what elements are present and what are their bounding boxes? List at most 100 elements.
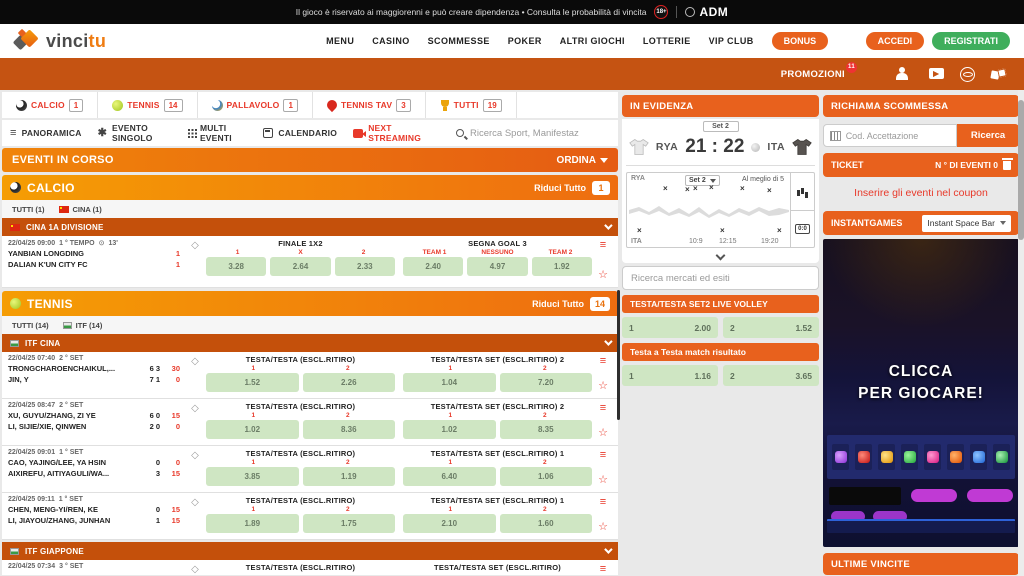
all-markets-icon[interactable]: ≡ — [600, 450, 606, 461]
league-bar-cina-1a[interactable]: CINA 1A DIVISIONE — [2, 218, 618, 236]
all-markets-icon[interactable]: ≡ — [600, 564, 606, 575]
odd-button[interactable]: 2.40 — [403, 257, 463, 276]
odd-button[interactable]: 11.16 — [622, 365, 718, 386]
odd-button[interactable]: 1.02 — [206, 420, 299, 439]
tab-calcio[interactable]: CALCIO1 — [2, 92, 98, 118]
stats-icon[interactable]: ◇ — [184, 402, 206, 441]
stats-view-button[interactable] — [791, 173, 814, 211]
league-bar-itf-cina[interactable]: ITF CINA — [2, 334, 618, 352]
nav-scommesse[interactable]: SCOMMESSE — [428, 36, 490, 46]
market-testa-testa-set: TESTA/TESTA SET (ESCL.RITIRO) 2 12 1.047… — [403, 355, 592, 394]
bonus-button[interactable]: BONUS — [772, 32, 829, 50]
stats-icon[interactable]: ◇ — [184, 449, 206, 488]
games-dice-icon[interactable] — [991, 69, 1008, 81]
stats-icon[interactable]: ◇ — [184, 239, 206, 283]
league-bar-itf-giappone[interactable]: ITF GIAPPONE — [2, 542, 618, 560]
filter-tutti[interactable]: TUTTI (14) — [12, 321, 49, 330]
filter-itf[interactable]: ITF (14) — [63, 321, 103, 330]
filter-cina[interactable]: CINA (1) — [59, 205, 102, 214]
player2: AIXIREFU, AITIYAGULI/WA...315 — [8, 469, 184, 478]
stats-icon[interactable]: ◇ — [184, 355, 206, 394]
filter-tutti[interactable]: TUTTI (1) — [12, 205, 45, 214]
market-header-risultato[interactable]: Testa a Testa match risultato — [622, 343, 819, 361]
tab-pallavolo[interactable]: PALLAVOLO1 — [198, 92, 313, 118]
odd-button[interactable]: 1.06 — [500, 467, 593, 486]
favorite-star-icon[interactable]: ☆ — [598, 428, 608, 439]
collapse-all-button[interactable]: Riduci Tutto14 — [532, 297, 610, 311]
odd-button[interactable]: 1.19 — [303, 467, 396, 486]
score-view-button[interactable]: 0:0 — [791, 211, 814, 248]
odd-button[interactable]: 12.00 — [622, 317, 718, 338]
tab-tutti[interactable]: TUTTI19 — [426, 92, 517, 118]
odd-button[interactable]: 3.85 — [206, 467, 299, 486]
subnav-next-streaming[interactable]: NEXT STREAMING — [353, 123, 430, 143]
instantgame-select[interactable]: Instant Space Bar — [922, 215, 1011, 232]
favorite-star-icon[interactable]: ☆ — [598, 381, 608, 392]
odd-button[interactable]: 2.33 — [335, 257, 395, 276]
stats-icon[interactable]: ◇ — [184, 563, 206, 571]
code-search-button[interactable]: Ricerca — [957, 124, 1019, 147]
odd-button[interactable]: 23.65 — [723, 365, 819, 386]
nav-poker[interactable]: POKER — [508, 36, 542, 46]
odd-button[interactable]: 21.52 — [723, 317, 819, 338]
favorite-star-icon[interactable]: ☆ — [598, 522, 608, 533]
events-scrollbar-thumb[interactable] — [617, 290, 620, 420]
nav-altri-giochi[interactable]: ALTRI GIOCHI — [560, 36, 625, 46]
nav-menu[interactable]: MENU — [326, 36, 354, 46]
calcio-section-header[interactable]: CALCIO Riduci Tutto1 — [2, 175, 618, 200]
all-markets-icon[interactable]: ≡ — [600, 240, 606, 251]
acceptance-code-input[interactable] — [846, 131, 950, 141]
login-button[interactable]: ACCEDI — [866, 32, 925, 50]
page-scrollbar-thumb[interactable] — [1018, 100, 1024, 240]
odd-button[interactable]: 2.26 — [303, 373, 396, 392]
roulette-icon[interactable] — [960, 67, 975, 82]
user-settings-icon[interactable] — [895, 67, 911, 81]
page-scrollbar[interactable] — [1018, 90, 1024, 576]
market-search-input[interactable] — [631, 273, 810, 284]
odd-button[interactable]: 4.97 — [467, 257, 527, 276]
brand-logo[interactable]: vincitu — [14, 29, 106, 53]
odd-button[interactable]: 2.64 — [270, 257, 330, 276]
odd-button[interactable]: 1.52 — [206, 373, 299, 392]
live-video-icon[interactable] — [929, 68, 944, 80]
odd-button[interactable]: 8.36 — [303, 420, 396, 439]
collapse-chevron-icon[interactable] — [716, 251, 726, 261]
market-header-volley[interactable]: TESTA/TESTA SET2 LIVE VOLLEY — [622, 295, 819, 313]
subnav-evento-singolo[interactable]: ✱EVENTO SINGOLO — [98, 123, 172, 143]
subnav-calendario[interactable]: CALENDARIO — [263, 128, 337, 138]
favorite-star-icon[interactable]: ☆ — [598, 270, 608, 281]
odd-button[interactable]: 6.40 — [403, 467, 496, 486]
order-dropdown[interactable]: ORDINA — [557, 155, 608, 166]
odd-button[interactable]: 1.04 — [403, 373, 496, 392]
nav-lotterie[interactable]: LOTTERIE — [643, 36, 691, 46]
all-markets-icon[interactable]: ≡ — [600, 403, 606, 414]
favorite-star-icon[interactable]: ☆ — [598, 475, 608, 486]
nav-casino[interactable]: CASINO — [372, 36, 409, 46]
odd-button[interactable]: 1.02 — [403, 420, 496, 439]
odd-button[interactable]: 1.60 — [500, 514, 593, 533]
all-markets-icon[interactable]: ≡ — [600, 356, 606, 367]
sport-search-input[interactable] — [470, 128, 610, 139]
tab-tennis-tavolo[interactable]: TENNIS TAV3 — [313, 92, 426, 118]
stats-icon[interactable]: ◇ — [184, 496, 206, 535]
subnav-panoramica[interactable]: ≡PANORAMICA — [10, 128, 82, 139]
tab-tennis[interactable]: TENNIS14 — [98, 92, 197, 118]
odd-button[interactable]: 8.35 — [500, 420, 593, 439]
set-select[interactable]: Set 2 — [685, 175, 720, 186]
tennis-section-header[interactable]: TENNIS Riduci Tutto14 — [2, 291, 618, 316]
odd-button[interactable]: 1.92 — [532, 257, 592, 276]
promotions-link[interactable]: PROMOZIONI11 — [781, 69, 845, 80]
all-markets-icon[interactable]: ≡ — [600, 497, 606, 508]
recall-bet-title: RICHIAMA SCOMMESSA — [831, 101, 948, 112]
odd-button[interactable]: 2.10 — [403, 514, 496, 533]
odd-button[interactable]: 1.75 — [303, 514, 396, 533]
subnav-multi-eventi[interactable]: MULTI EVENTI — [188, 123, 247, 143]
odd-button[interactable]: 7.20 — [500, 373, 593, 392]
odd-button[interactable]: 3.28 — [206, 257, 266, 276]
collapse-all-button[interactable]: Riduci Tutto1 — [534, 181, 610, 195]
register-button[interactable]: REGISTRATI — [932, 32, 1010, 50]
odd-button[interactable]: 1.89 — [206, 514, 299, 533]
trash-icon[interactable] — [1003, 161, 1011, 170]
instant-game-banner[interactable]: CLICCAPER GIOCARE! — [823, 239, 1019, 547]
nav-vip-club[interactable]: VIP CLUB — [709, 36, 754, 46]
